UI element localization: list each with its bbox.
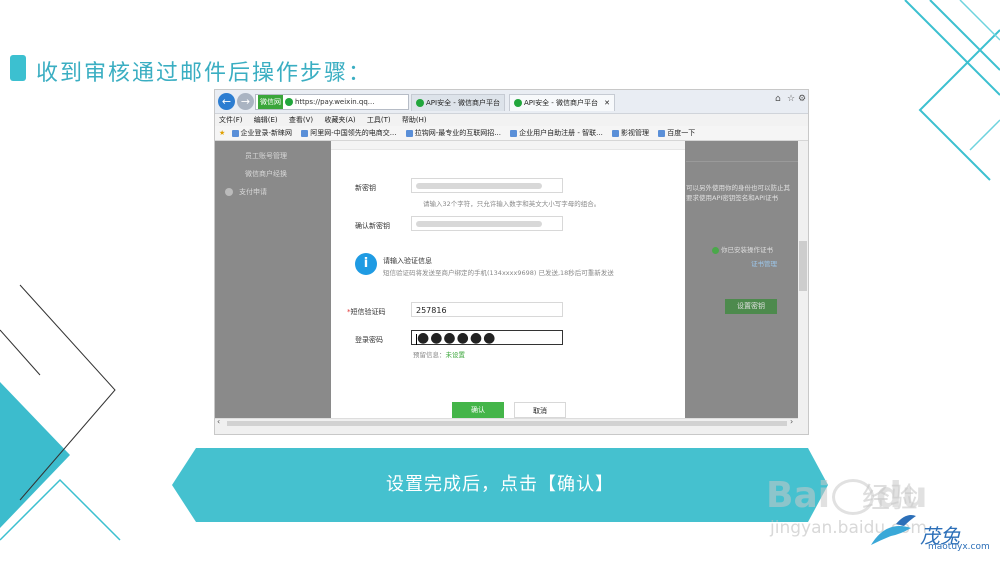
verify-title: 请输入验证信息 <box>383 257 432 265</box>
star-icon[interactable]: ☆ <box>787 94 795 104</box>
menu-favorites[interactable]: 收藏夹(A) <box>324 116 355 124</box>
address-bar[interactable]: 微信网 https://pay.weixin.qq... <box>255 94 409 110</box>
side-nav-item-merchant[interactable]: 微信商户经换 <box>225 165 287 183</box>
favorite-item[interactable]: 百度一下 <box>658 129 695 137</box>
scroll-thumb[interactable] <box>799 241 807 291</box>
login-password-input[interactable]: ●●●●●● <box>411 330 563 346</box>
page-viewport: 员工账号管理 微信商户经换 支付申请 可以另外使用你的身份也可以防止其 要求使用… <box>215 141 798 418</box>
favorite-item[interactable]: 影视管理 <box>612 129 649 137</box>
scroll-thumb[interactable] <box>227 421 787 426</box>
brand-url: maotuyx.com <box>928 542 990 552</box>
tab-label: API安全 - 微信商户平台 <box>524 99 599 107</box>
check-icon <box>712 246 719 254</box>
api-description: 可以另外使用你的身份也可以防止其 要求使用API密钥签名和API证书 <box>686 183 796 203</box>
new-key-hint: 请输入32个字符，只允许输入数字和英文大小写字母的组合。 <box>423 200 601 208</box>
browser-window: ← → 微信网 https://pay.weixin.qq... API安全 - … <box>214 89 809 435</box>
title-accent-bar <box>10 55 26 81</box>
favorite-item[interactable]: 阿里网-中国领先的电商交... <box>301 129 396 137</box>
confirm-button[interactable]: 确认 <box>452 402 504 418</box>
favorite-item[interactable]: 企业登录-新睐网 <box>231 129 292 137</box>
new-key-label: 新密钥 <box>355 184 376 192</box>
favorite-item[interactable]: 企业用户自助注册 - 智联... <box>510 129 603 137</box>
desc-line: 可以另外使用你的身份也可以防止其 <box>686 184 790 192</box>
scroll-right-icon[interactable]: › <box>790 417 793 426</box>
favorites-star-icon[interactable]: ★ <box>219 129 225 137</box>
wechat-icon <box>416 99 424 107</box>
menu-bar: 文件(F) 编辑(E) 查看(V) 收藏夹(A) 工具(T) 帮助(H) <box>215 114 808 126</box>
info-icon: i <box>355 253 377 275</box>
site-icon <box>510 129 518 137</box>
cert-badge: 微信网 <box>258 95 283 109</box>
cancel-button[interactable]: 取消 <box>514 402 566 418</box>
forward-arrow-icon[interactable]: → <box>237 93 254 110</box>
side-nav-item-payment[interactable]: 支付申请 <box>225 183 287 201</box>
side-nav-item-staff[interactable]: 员工账号管理 <box>225 147 287 165</box>
status-bar <box>215 427 808 434</box>
cert-status: 你已安装操作证书 <box>712 244 773 254</box>
slide-title: 收到审核通过邮件后操作步骤： <box>36 61 373 86</box>
password-dots: ●●●●●● <box>417 330 497 346</box>
favorites-bar: ★ 企业登录-新睐网 阿里网-中国领先的电商交... 拉钩网-最专业的互联网招.… <box>215 126 808 141</box>
favorite-item[interactable]: 拉钩网-最专业的互联网招... <box>405 129 501 137</box>
new-key-input[interactable] <box>411 178 563 193</box>
site-icon <box>658 129 666 137</box>
address-row: ← → 微信网 https://pay.weixin.qq... API安全 - … <box>215 90 808 114</box>
check-circle-icon <box>225 188 233 196</box>
cert-manage-link[interactable]: 证书管理 <box>751 258 777 268</box>
confirm-key-label: 确认新密钥 <box>355 222 390 230</box>
tab-api-security-2[interactable]: API安全 - 微信商户平台 ✕ <box>509 94 615 111</box>
set-key-dialog: 新密钥 请输入32个字符，只允许输入数字和英文大小写字母的组合。 确认新密钥 i… <box>331 141 685 418</box>
sms-code-label: *短信验证码 <box>347 308 386 316</box>
side-nav: 员工账号管理 微信商户经换 支付申请 <box>225 147 287 201</box>
sms-code-input[interactable]: 257816 <box>411 302 563 317</box>
close-tab-icon[interactable]: ✕ <box>604 99 610 107</box>
banner-caption: 设置完成后，点击【确认】 <box>386 474 614 495</box>
masked-value <box>416 183 542 189</box>
site-icon <box>405 129 413 137</box>
address-url: https://pay.weixin.qq... <box>295 98 375 106</box>
wechat-icon <box>514 99 522 107</box>
divider <box>686 161 798 162</box>
site-icon <box>612 129 620 137</box>
home-icon[interactable]: ⌂ <box>775 94 781 104</box>
menu-edit[interactable]: 编辑(E) <box>254 116 278 124</box>
gear-icon[interactable]: ⚙ <box>798 94 806 104</box>
dialog-header <box>331 141 685 150</box>
login-password-label: 登录密码 <box>355 336 383 344</box>
reserved-info: 预留信息：未设置 <box>413 351 465 359</box>
vertical-scrollbar[interactable] <box>798 141 808 418</box>
menu-file[interactable]: 文件(F) <box>219 116 243 124</box>
rabbit-logo-icon <box>871 515 916 545</box>
confirm-key-input[interactable] <box>411 216 563 231</box>
tab-api-security-1[interactable]: API安全 - 微信商户平台 <box>411 94 506 111</box>
menu-view[interactable]: 查看(V) <box>289 116 313 124</box>
set-key-button[interactable]: 设置密钥 <box>725 299 777 314</box>
tab-label: API安全 - 微信商户平台 <box>426 99 501 107</box>
desc-line: 要求使用API密钥签名和API证书 <box>686 194 779 202</box>
back-arrow-icon[interactable]: ← <box>218 93 235 110</box>
site-icon <box>301 129 309 137</box>
verify-desc: 短信验证码将发送至商户绑定的手机(134xxxx9698) 已发送,18秒后可重… <box>383 269 614 277</box>
menu-help[interactable]: 帮助(H) <box>402 116 427 124</box>
menu-tools[interactable]: 工具(T) <box>367 116 391 124</box>
scroll-left-icon[interactable]: ‹ <box>217 417 220 426</box>
site-icon <box>231 129 239 137</box>
masked-value <box>416 221 542 227</box>
wechat-icon <box>285 98 293 106</box>
